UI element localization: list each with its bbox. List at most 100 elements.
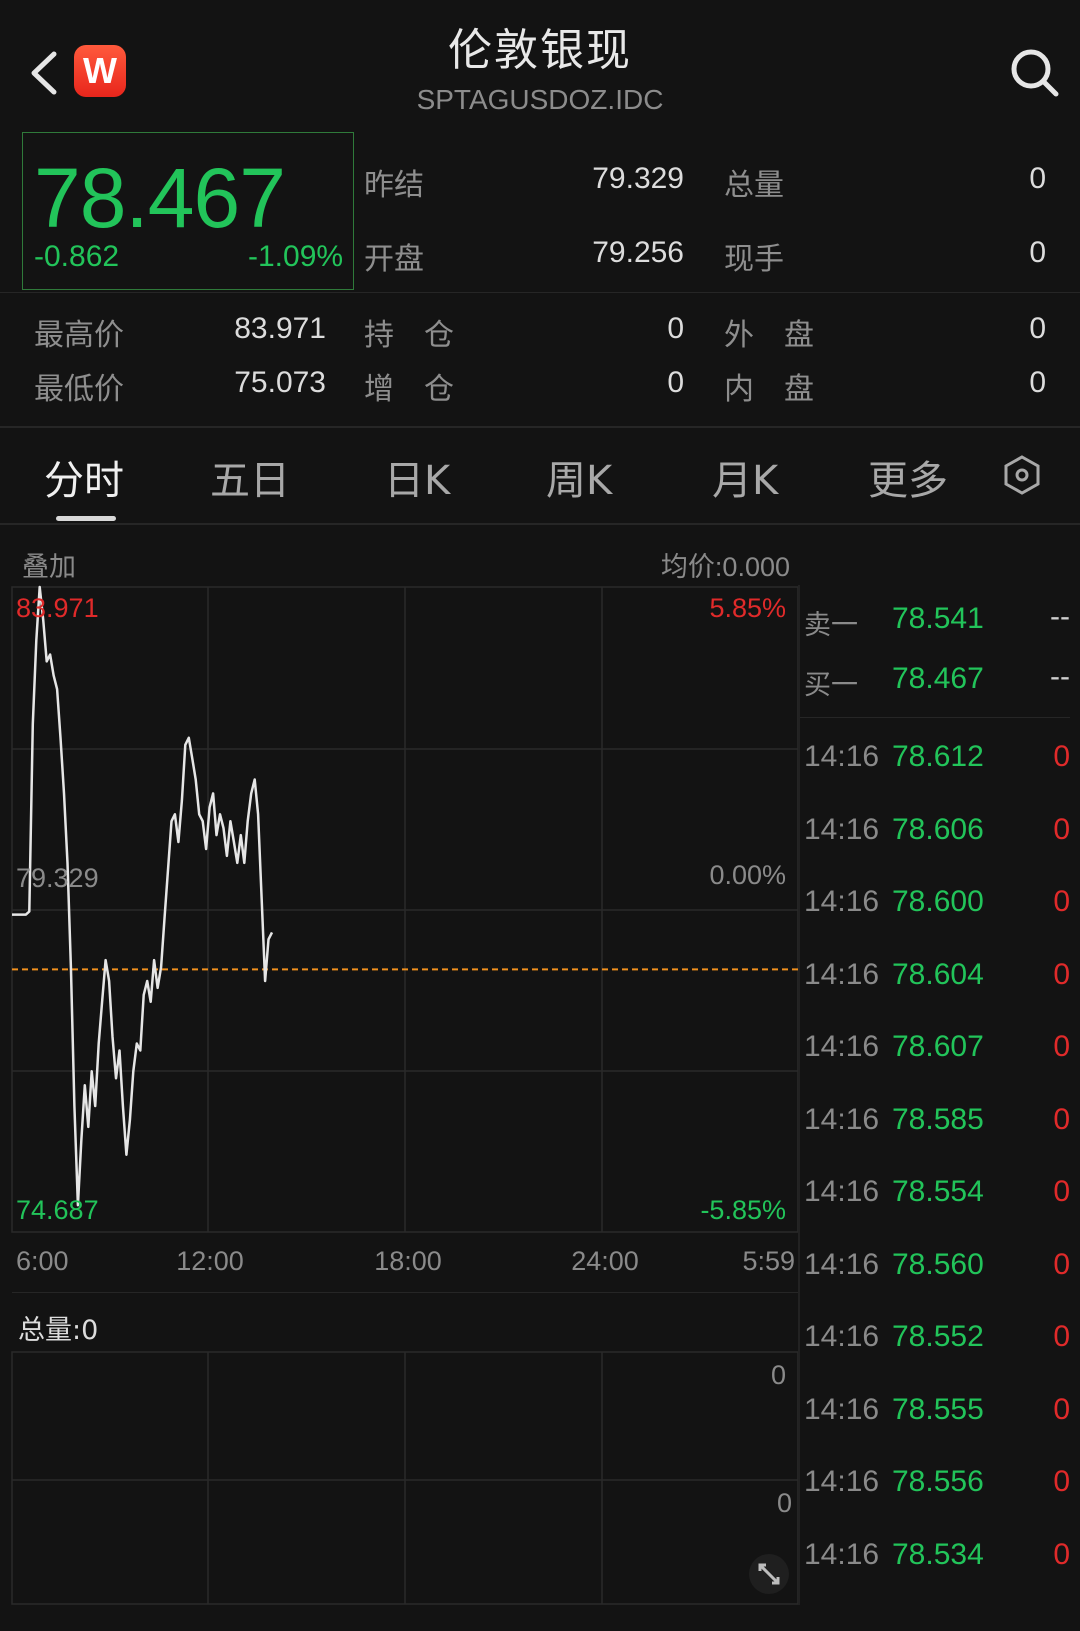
trade-price: 78.556 [892,1465,984,1498]
trade-row: 14:16 78.612 0 [800,740,1070,780]
trade-time: 14:16 [804,885,880,918]
trade-price: 78.534 [892,1537,984,1571]
trade-row: 14:16 78.560 0 [800,1248,1070,1288]
search-icon[interactable] [1008,46,1062,100]
stat-value-open: 79.256 [592,236,684,269]
stat-label-prev-settle: 昨结 [364,168,424,203]
trade-volume: 0 [1053,812,1070,846]
stat-value-total-volume: 0 [1029,162,1046,195]
trade-price: 78.600 [892,885,984,918]
stat-value-open-interest: 0 [667,312,684,345]
trade-price: 78.585 [892,1102,984,1136]
settings-icon[interactable] [1002,454,1042,496]
tab-weekly-k[interactable]: 周K [546,448,612,506]
ask-label: 卖一 [804,610,858,641]
trade-row: 14:16 78.555 0 [800,1393,1070,1433]
pct-label-high: 5.85% [709,593,786,623]
tab-intraday[interactable]: 分时 [44,448,124,506]
tab-five-day[interactable]: 五日 [210,448,290,506]
stat-value-oi-change: 0 [667,366,684,399]
trade-volume: 0 [1053,1392,1070,1426]
y-label-high: 83.971 [16,593,99,623]
stat-label-current-lot: 现手 [724,242,784,277]
instrument-code: SPTAGUSDOZ.IDC [416,84,664,115]
trade-volume: 0 [1053,740,1070,773]
stat-label-low: 最低价 [34,372,124,407]
stat-label-outer: 外 盘 [724,318,814,353]
price-series-line [12,585,274,1207]
trade-row: 14:16 78.607 0 [800,1030,1070,1070]
trade-price: 78.560 [892,1247,984,1281]
trade-volume: 0 [1053,1537,1070,1571]
divider [800,717,1070,718]
trade-time: 14:16 [804,1320,880,1353]
trade-volume: 0 [1053,1320,1070,1353]
volume-total-label: 总量:0 [18,1315,99,1346]
stat-value-inner: 0 [1029,366,1046,399]
trade-price: 78.554 [892,1175,984,1208]
stat-value-high: 83.971 [234,312,326,345]
x-tick-label: 18:00 [374,1246,442,1276]
divider [0,426,1080,428]
stat-value-low: 75.073 [234,366,326,399]
trade-row: 14:16 78.606 0 [800,813,1070,853]
x-tick-label: 6:00 [16,1246,69,1276]
trade-price: 78.606 [892,812,984,846]
divider [0,292,1080,293]
tab-more[interactable]: 更多 [868,448,948,506]
trade-price: 78.607 [892,1030,984,1063]
page-title: 伦敦银现 [448,25,632,76]
stat-label-inner: 内 盘 [724,372,814,407]
trade-time: 14:16 [804,1102,880,1136]
trade-time: 14:16 [804,1030,880,1063]
trade-time: 14:16 [804,1392,880,1426]
trade-time: 14:16 [804,1465,880,1498]
ask-volume: -- [1050,600,1070,633]
divider [12,1292,798,1293]
trade-price: 78.552 [892,1320,984,1353]
pct-label-mid: 0.00% [709,860,786,890]
tab-daily-k[interactable]: 日K [384,448,450,506]
price-change: -0.862 [34,240,120,273]
stat-value-prev-settle: 79.329 [592,162,684,195]
trade-volume: 0 [1053,885,1070,918]
stat-value-current-lot: 0 [1029,236,1046,269]
stat-value-outer: 0 [1029,312,1046,345]
overlay-button[interactable]: 叠加 [22,545,76,584]
trade-price: 78.604 [892,957,984,991]
expand-icon[interactable] [748,1553,790,1595]
trade-row: 14:16 78.534 0 [800,1538,1070,1578]
pct-label-low: -5.85% [700,1195,786,1225]
trade-volume: 0 [1053,1465,1070,1498]
trade-row: 14:16 78.604 0 [800,958,1070,998]
bid-volume: -- [1050,660,1070,693]
trade-volume: 0 [1053,1175,1070,1208]
divider [0,523,1080,525]
stat-label-high: 最高价 [34,318,124,353]
panel-divider [798,585,800,1605]
stat-label-total-volume: 总量 [724,168,784,203]
intraday-chart[interactable]: 83.971 79.329 74.687 5.85% 0.00% -5.85% … [0,585,800,1300]
trade-volume: 0 [1053,1247,1070,1281]
ask-price: 78.541 [892,602,984,635]
y-label-low: 74.687 [16,1195,99,1225]
tab-monthly-k[interactable]: 月K [712,448,778,506]
volume-chart: 0 0 [11,1351,799,1605]
trade-time: 14:16 [804,1537,880,1571]
x-tick-label: 5:59 [742,1246,795,1276]
trade-row: 14:16 78.600 0 [800,885,1070,925]
trade-time: 14:16 [804,957,880,991]
trade-price: 78.555 [892,1392,984,1426]
x-tick-label: 24:00 [571,1246,639,1276]
volume-tick-top: 0 [771,1360,786,1390]
trade-time: 14:16 [804,812,880,846]
chart-grid [11,586,799,1233]
y-label-mid: 79.329 [16,863,99,893]
trade-volume: 0 [1053,1102,1070,1136]
stat-label-oi-change: 增 仓 [364,372,454,407]
trade-row: 14:16 78.556 0 [800,1465,1070,1505]
trade-volume: 0 [1053,1030,1070,1063]
bid-price: 78.467 [892,662,984,695]
trade-time: 14:16 [804,740,880,773]
trade-row: 14:16 78.552 0 [800,1320,1070,1360]
